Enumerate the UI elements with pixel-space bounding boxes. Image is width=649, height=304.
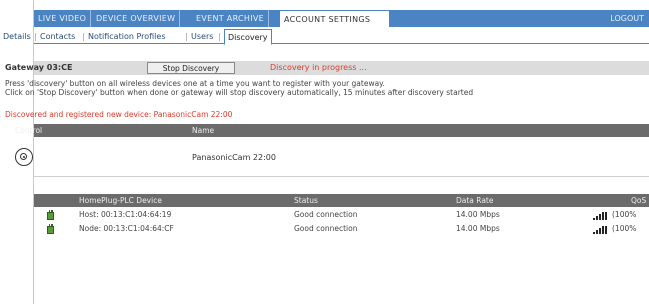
name-column-header: Name	[192, 126, 215, 135]
subtab-details[interactable]: Details	[3, 30, 31, 44]
device-name: PanasonicCam 22:00	[192, 153, 276, 162]
plc-data-rate: 14.00 Mbps	[456, 210, 500, 219]
subtab-discovery[interactable]: Discovery	[224, 29, 272, 45]
qos-column-header: QoS	[631, 196, 647, 205]
discovered-device-message: Discovered and registered new device: Pa…	[5, 110, 233, 119]
plc-device: Host: 00:13:C1:04:64:19	[79, 210, 172, 219]
discovery-instructions: Press 'discovery' button on all wireless…	[5, 79, 617, 97]
logout-link[interactable]: LOGOUT	[610, 10, 644, 27]
tab-event-archive[interactable]: EVENT ARCHIVE	[192, 10, 270, 27]
status-column-header: Status	[294, 196, 318, 205]
instruction-line-2: Click on 'Stop Discovery' button when do…	[5, 88, 474, 97]
plc-qos: (100%	[612, 224, 637, 233]
plc-status: Good connection	[294, 210, 358, 219]
tab-live-video[interactable]: LIVE VIDEO	[34, 10, 92, 27]
subtab-notification-profiles[interactable]: Notification Profiles	[88, 30, 166, 44]
control-column-header: Control	[15, 126, 43, 135]
table-row: PanasonicCam 22:00	[15, 137, 649, 177]
devices-table-header: Control Name	[15, 124, 649, 137]
subtab-separator: |	[34, 32, 37, 41]
subtab-separator: |	[185, 32, 188, 41]
subtab-separator: |	[82, 32, 85, 41]
subtab-users[interactable]: Users	[191, 30, 213, 44]
tab-device-overview[interactable]: DEVICE OVERVIEW	[92, 10, 181, 27]
subtab-contacts[interactable]: Contacts	[40, 30, 75, 44]
sub-navigation: Details | Contacts | Notification Profil…	[3, 27, 649, 45]
discovery-status: Discovery in progress ...	[270, 63, 367, 72]
camera-icon[interactable]	[15, 148, 33, 166]
data-rate-column-header: Data Rate	[456, 196, 494, 205]
subtab-separator: |	[218, 32, 221, 41]
plc-data-rate: 14.00 Mbps	[456, 224, 500, 233]
stop-discovery-button[interactable]: Stop Discovery	[147, 62, 235, 74]
instruction-line-1: Press 'discovery' button on all wireless…	[5, 79, 385, 88]
table-row: Host: 00:13:C1:04:64:19 Good connection …	[34, 209, 649, 221]
gateway-name: Gateway 03:CE	[5, 63, 73, 72]
plug-icon	[46, 210, 55, 220]
gateway-bar: Gateway 03:CE Stop Discovery Discovery i…	[5, 61, 649, 75]
plc-qos: (100%	[612, 210, 637, 219]
signal-strength-icon	[593, 226, 609, 234]
plc-status: Good connection	[294, 224, 358, 233]
top-navigation: LIVE VIDEO DEVICE OVERVIEW EVENT ARCHIVE…	[34, 10, 649, 27]
tab-account-settings[interactable]: ACCOUNT SETTINGS	[279, 10, 390, 27]
plc-table-header: HomePlug-PLC Device Status Data Rate QoS	[34, 194, 649, 207]
plc-device-column-header: HomePlug-PLC Device	[79, 196, 162, 205]
signal-strength-icon	[593, 212, 609, 220]
table-row: Node: 00:13:C1:04:64:CF Good connection …	[34, 223, 649, 235]
plc-device: Node: 00:13:C1:04:64:CF	[79, 224, 174, 233]
account-settings-panel: LIVE VIDEO DEVICE OVERVIEW EVENT ARCHIVE…	[3, 0, 649, 304]
plug-icon	[46, 224, 55, 234]
